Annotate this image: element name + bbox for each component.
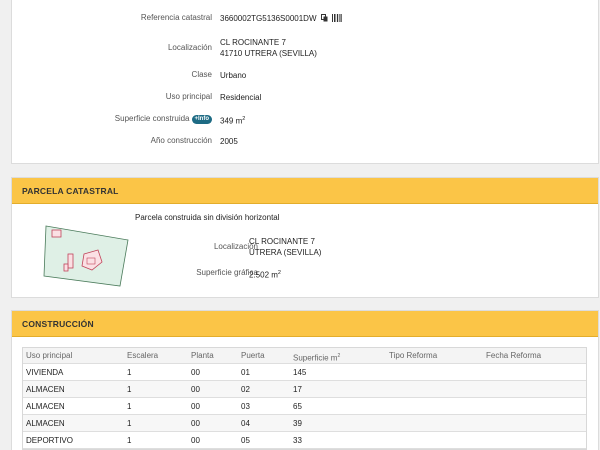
col-escalera-header[interactable]: Escalera: [127, 348, 158, 364]
cell-uso: ALMACEN: [26, 385, 65, 394]
superficie-unit-sup: 2: [242, 116, 246, 122]
copy-icon[interactable]: [320, 14, 328, 25]
cell-puerta: 04: [241, 419, 250, 428]
table-row: DEPORTIVO 1 00 05 33: [23, 432, 586, 449]
cell-escalera: 1: [127, 436, 132, 445]
table-row: ALMACEN 1 00 03 65: [23, 398, 586, 415]
parcela-localizacion-value: CL ROCINANTE 7 UTRERA (SEVILLA): [249, 236, 321, 258]
superficie-value: 349 m2: [220, 114, 245, 127]
cell-escalera: 1: [127, 368, 132, 377]
construccion-card: CONSTRUCCIÓN Uso principal Escalera Plan…: [11, 310, 599, 450]
table-row: ALMACEN 1 00 02 17: [23, 381, 586, 398]
referencia-value: 3660002TG5136S0001DW: [220, 13, 342, 25]
referencia-label: Referencia catastral: [140, 13, 212, 22]
cell-superficie: 17: [293, 385, 302, 394]
localizacion-value: CL ROCINANTE 7 41710 UTRERA (SEVILLA): [220, 37, 317, 59]
cell-escalera: 1: [127, 385, 132, 394]
parcela-superficie-number: 2.502 m: [249, 270, 278, 280]
col-tipo-reforma-header[interactable]: Tipo Reforma: [389, 348, 437, 364]
superficie-label: Superficie construida: [114, 114, 190, 123]
cell-planta: 00: [191, 402, 200, 411]
construccion-table: Uso principal Escalera Planta Puerta Sup…: [22, 347, 587, 450]
cell-puerta: 05: [241, 436, 250, 445]
cell-uso: ALMACEN: [26, 402, 65, 411]
parcela-description: Parcela construida sin división horizont…: [135, 213, 280, 222]
cell-planta: 00: [191, 436, 200, 445]
barcode-icon[interactable]: [331, 14, 342, 25]
localizacion-line1: CL ROCINANTE 7: [220, 38, 286, 47]
col-uso-header[interactable]: Uso principal: [26, 348, 72, 364]
col-superficie-label: Superficie m: [293, 353, 338, 363]
cell-superficie: 39: [293, 419, 302, 428]
clase-label: Clase: [191, 70, 212, 79]
anio-label: Año construcción: [150, 136, 212, 145]
cell-planta: 00: [191, 385, 200, 394]
referencia-text[interactable]: 3660002TG5136S0001DW: [220, 14, 317, 23]
cell-superficie: 145: [293, 368, 307, 377]
table-row: VIVIENDA 1 00 01 145: [23, 364, 586, 381]
parcela-superficie-value: 2.502 m2: [249, 268, 281, 281]
col-puerta-header[interactable]: Puerta: [241, 348, 265, 364]
cell-puerta: 01: [241, 368, 250, 377]
parcel-map-thumbnail[interactable]: [42, 218, 130, 288]
cell-planta: 00: [191, 419, 200, 428]
localizacion-line2: 41710 UTRERA (SEVILLA): [220, 49, 317, 58]
cell-uso: ALMACEN: [26, 419, 65, 428]
cell-puerta: 02: [241, 385, 250, 394]
inmueble-card: Referencia catastral 3660002TG5136S0001D…: [11, 0, 599, 164]
cell-planta: 00: [191, 368, 200, 377]
construccion-header: CONSTRUCCIÓN: [12, 311, 598, 337]
cell-escalera: 1: [127, 419, 132, 428]
anio-value: 2005: [220, 137, 238, 146]
parcela-header: PARCELA CATASTRAL: [12, 178, 598, 204]
table-row: ALMACEN 1 00 04 39: [23, 415, 586, 432]
superficie-label-wrap: Superficie construida +Info: [115, 114, 212, 124]
info-badge[interactable]: +Info: [191, 115, 212, 124]
cell-superficie: 33: [293, 436, 302, 445]
clase-value: Urbano: [220, 71, 247, 80]
superficie-number: 349 m: [220, 116, 243, 126]
cell-uso: VIVIENDA: [26, 368, 64, 377]
parcela-localizacion-line1: CL ROCINANTE 7: [249, 237, 315, 246]
col-superficie-sup: 2: [337, 353, 341, 359]
cell-puerta: 03: [241, 402, 250, 411]
table-header-row: Uso principal Escalera Planta Puerta Sup…: [23, 348, 586, 364]
parcela-superficie-unit-sup: 2: [277, 270, 281, 276]
cell-uso: DEPORTIVO: [26, 436, 73, 445]
cell-escalera: 1: [127, 402, 132, 411]
cell-superficie: 65: [293, 402, 302, 411]
localizacion-label: Localización: [167, 43, 212, 52]
parcela-localizacion-line2: UTRERA (SEVILLA): [249, 248, 322, 257]
uso-value: Residencial: [220, 93, 262, 102]
col-planta-header[interactable]: Planta: [191, 348, 214, 364]
col-fecha-reforma-header[interactable]: Fecha Reforma: [486, 348, 541, 364]
uso-label: Uso principal: [165, 92, 212, 101]
parcela-card: PARCELA CATASTRAL Parcela construida sin…: [11, 177, 599, 298]
